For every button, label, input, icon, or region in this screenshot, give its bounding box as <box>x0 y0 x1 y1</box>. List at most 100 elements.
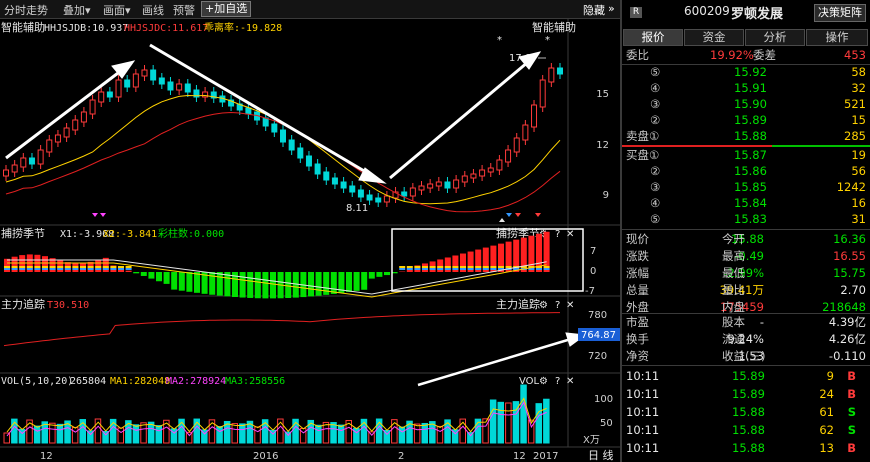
volume-bar <box>155 425 162 444</box>
candle-body <box>375 197 382 203</box>
ask-bid-divider-red <box>622 145 772 147</box>
bid-row-1[interactable]: 买盘① 15.87 19 <box>622 148 870 163</box>
x-label-2: 2 <box>398 451 404 462</box>
chart-area[interactable]: 智能辅助 HHJSJDB:10.937 HHJSJDC:11.617 乖离率:-… <box>0 18 620 462</box>
candle-body <box>357 189 364 198</box>
tick-side: B <box>847 441 856 455</box>
candle-body <box>20 157 27 168</box>
panel3-help-icon[interactable]: ? <box>555 300 560 311</box>
panel2-help-icon[interactable]: ? <box>555 229 560 240</box>
menu-view[interactable]: 画面▾ <box>103 2 131 18</box>
candle-body <box>184 83 191 93</box>
stat-v2: 2.70 <box>840 283 866 297</box>
season-bar-green <box>171 272 178 290</box>
tick-time: 10:11 <box>626 387 660 401</box>
volume-bar <box>535 403 542 444</box>
diff-value: 453 <box>844 48 866 62</box>
decision-matrix-button[interactable]: 决策矩阵 <box>814 4 866 22</box>
menu-alert[interactable]: 预警 <box>173 2 195 18</box>
season-bar-green <box>262 272 269 299</box>
ask-bid-divider-green <box>772 145 870 147</box>
season-bar-green <box>346 272 352 292</box>
volume-bar <box>413 423 421 444</box>
menu-overlay[interactable]: 叠加▾ <box>63 2 91 18</box>
quote-tabs: 报价 资金 分析 操作 <box>622 29 870 46</box>
candle-body <box>63 127 70 138</box>
stat-l1: 现价 <box>626 232 649 246</box>
bid-row-5[interactable]: ⑤ 15.83 31 <box>622 212 870 227</box>
tab-operation[interactable]: 操作 <box>806 29 868 46</box>
chart-toolbar: 分时走势 叠加▾ 画面▾ 画线 预警 +加自选 隐藏 » <box>0 0 620 19</box>
double-arrow-icon[interactable]: » <box>608 2 615 15</box>
ask-row-4[interactable]: ④ 15.91 32 <box>622 81 870 96</box>
stat-row: 涨跌 -0.49 最高 16.55 <box>622 249 870 264</box>
add-watchlist-button[interactable]: +加自选 <box>201 1 252 17</box>
ratio-label: 委比 <box>626 48 649 62</box>
tick-vol: 62 <box>819 423 834 437</box>
season-bar-green <box>156 272 162 282</box>
y-label-12: 12 <box>596 140 609 151</box>
tick-side: B <box>847 387 856 401</box>
tab-funds[interactable]: 资金 <box>684 29 744 46</box>
bid-row-4[interactable]: ④ 15.84 16 <box>622 196 870 211</box>
panel4-close-icon[interactable]: ✕ <box>566 376 574 387</box>
ask-row-1[interactable]: 卖盘① 15.88 285 <box>622 129 870 144</box>
stat-l2: 最高 <box>722 249 745 263</box>
panel3-y-720: 720 <box>588 351 607 362</box>
panel4-help-icon[interactable]: ? <box>555 376 560 387</box>
tick-side: B <box>847 369 856 383</box>
ask-row-5[interactable]: ⑤ 15.92 58 <box>622 65 870 80</box>
panel2-title: 捕捞季节 <box>1 226 45 240</box>
volume-bars <box>3 384 550 444</box>
stat-row: 净资 1.53 收益(三) -0.110 <box>622 349 870 364</box>
tick-time: 10:11 <box>626 405 660 419</box>
candle-body <box>401 191 408 197</box>
season-bar-red <box>406 269 413 272</box>
panel4-gear-icon[interactable]: ⚙ <box>539 376 548 387</box>
candle-body <box>280 129 286 143</box>
candle-body <box>314 163 321 175</box>
legend-deviation: 乖离率:-19.828 <box>204 21 282 34</box>
panel3-title: 主力追踪 <box>1 297 45 311</box>
stat-v2: 4.39亿 <box>828 315 866 329</box>
candle-body <box>383 195 390 203</box>
stock-code: 600209 <box>684 4 730 18</box>
candle-body <box>54 134 61 143</box>
candle-body <box>548 67 555 83</box>
panel3-gear-icon[interactable]: ⚙ <box>539 300 548 311</box>
ask-row-3[interactable]: ③ 15.90 521 <box>622 97 870 112</box>
candle-body <box>435 181 442 187</box>
tick-row: 10:11 15.88 61 S <box>622 405 870 420</box>
candle-body <box>46 139 53 153</box>
menu-intraday[interactable]: 分时走势 <box>4 2 48 18</box>
tab-quote[interactable]: 报价 <box>623 29 683 46</box>
season-bar-green <box>216 272 223 296</box>
volume-bar <box>315 424 322 444</box>
volume-bar <box>398 426 406 444</box>
stock-name: 罗顿发展 <box>731 7 784 22</box>
volume-bar <box>436 425 444 444</box>
candle-body <box>150 69 157 81</box>
candle-body <box>487 167 494 173</box>
period-selector[interactable]: 日 线 <box>588 448 614 462</box>
menu-draw-line[interactable]: 画线 <box>142 2 164 18</box>
candle-body <box>505 149 512 163</box>
hide-button[interactable]: 隐藏 <box>583 2 605 18</box>
tick-price: 15.89 <box>732 387 765 401</box>
volume-bar <box>132 424 140 444</box>
bid-row-3[interactable]: ③ 15.85 1242 <box>622 180 870 195</box>
season-bar-red <box>4 258 10 272</box>
panel2-close-icon[interactable]: ✕ <box>566 229 574 240</box>
legend-hhjsjdc: HHJSJDC:11.617 <box>124 23 208 34</box>
tab-analysis[interactable]: 分析 <box>745 29 805 46</box>
candle-body <box>479 169 486 177</box>
season-bar-green <box>315 272 322 296</box>
bid-row-2[interactable]: ② 15.86 56 <box>622 164 870 179</box>
ask-row-2[interactable]: ② 15.89 15 <box>622 113 870 128</box>
candle-body <box>115 79 122 98</box>
candle-body <box>323 171 330 181</box>
volume-bar <box>140 422 147 444</box>
panel3-close-icon[interactable]: ✕ <box>566 300 574 311</box>
tick-vol: 61 <box>819 405 834 419</box>
candle-body <box>158 77 165 85</box>
